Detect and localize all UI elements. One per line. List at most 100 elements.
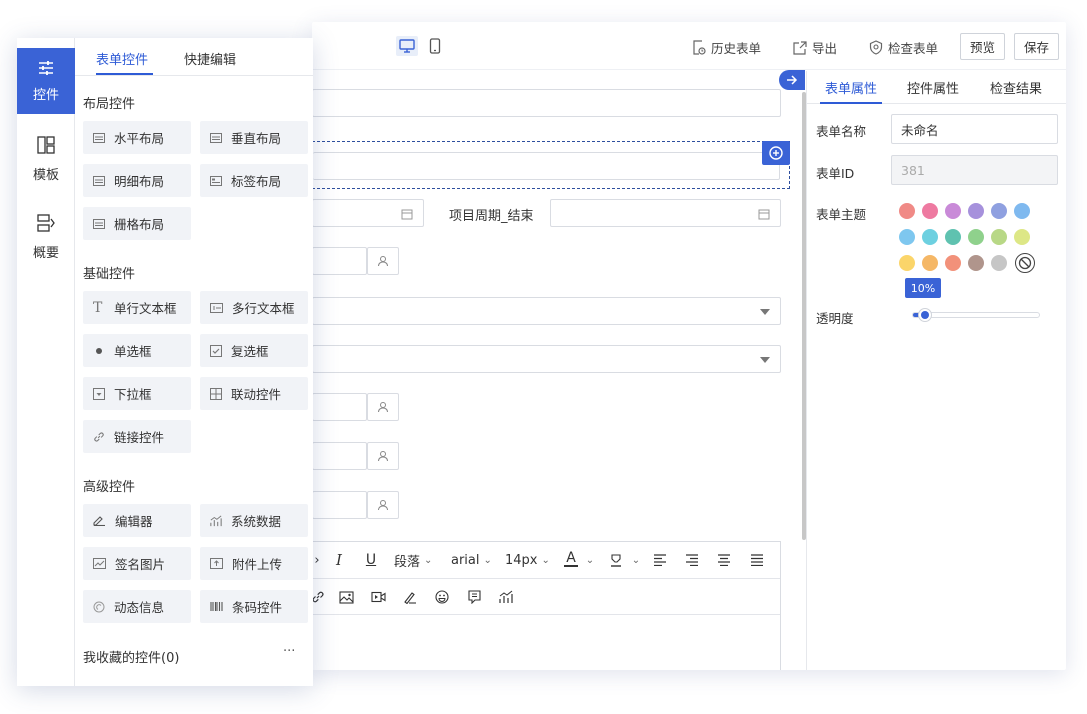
form-field-row-1[interactable] <box>312 89 781 117</box>
image-icon[interactable] <box>338 588 354 606</box>
collapse-panel-button[interactable] <box>779 70 805 90</box>
control-checkbox[interactable]: 复选框 <box>200 334 308 367</box>
control-grid-layout[interactable]: 栅格布局 <box>83 207 191 240</box>
control-horizontal-layout[interactable]: 水平布局 <box>83 121 191 154</box>
control-dropdown[interactable]: 下拉框 <box>83 377 191 410</box>
chevron-down-icon: ⌄ <box>483 554 492 566</box>
italic-icon[interactable]: I <box>332 551 346 569</box>
control-multi-line-text[interactable]: 多行文本框 <box>200 291 308 324</box>
font-size-dropdown[interactable]: 14px ⌄ <box>505 551 550 569</box>
control-vertical-layout[interactable]: 垂直布局 <box>200 121 308 154</box>
chevron-down-icon[interactable]: ⌄ <box>630 551 642 569</box>
history-form-link[interactable]: 历史表单 <box>692 38 761 57</box>
theme-color-swatch[interactable] <box>968 229 984 245</box>
theme-color-swatch[interactable] <box>968 255 984 271</box>
no-color-swatch[interactable] <box>1015 253 1035 273</box>
period-end-label: 项目周期_结束 <box>449 209 534 224</box>
user-field-2[interactable] <box>312 393 367 421</box>
side-nav-overview[interactable]: 概要 <box>17 214 75 266</box>
caret-down-icon <box>760 357 770 363</box>
user-picker-button-4[interactable] <box>367 491 399 519</box>
add-control-button[interactable] <box>762 141 790 165</box>
link-icon <box>94 431 104 442</box>
opacity-slider-thumb[interactable] <box>917 308 932 322</box>
theme-color-swatch[interactable] <box>945 229 961 245</box>
control-dynamic-info[interactable]: 动态信息 <box>83 590 191 623</box>
note-icon[interactable] <box>466 588 482 606</box>
theme-color-swatch[interactable] <box>899 255 915 271</box>
form-canvas: 项目周期_结束 › I U 段落 ⌄ arial ⌄ 14px ⌄ A ⌄ ⌄ <box>312 71 806 670</box>
save-button[interactable]: 保存 <box>1014 33 1059 60</box>
preview-button[interactable]: 预览 <box>960 33 1005 60</box>
section-favorite-controls[interactable]: 我收藏的控件(0) <box>83 647 179 666</box>
control-signature-image[interactable]: 签名图片 <box>83 547 191 580</box>
dropdown-field-2[interactable] <box>312 345 781 373</box>
form-name-input[interactable]: 未命名 <box>891 114 1058 144</box>
underline-icon[interactable]: U <box>364 551 378 569</box>
theme-color-swatch[interactable] <box>899 203 915 219</box>
paragraph-dropdown[interactable]: 段落 ⌄ <box>394 551 432 570</box>
user-field-3[interactable] <box>312 442 367 470</box>
user-picker-button-3[interactable] <box>367 442 399 470</box>
desktop-view-button[interactable] <box>396 36 418 56</box>
control-tab-layout[interactable]: 标签布局 <box>200 164 308 197</box>
period-end-field[interactable] <box>550 199 781 227</box>
control-detail-layout[interactable]: 明细布局 <box>83 164 191 197</box>
theme-color-swatch[interactable] <box>922 203 938 219</box>
control-radio[interactable]: 单选框 <box>83 334 191 367</box>
tab-control-properties[interactable]: 控件属性 <box>907 78 959 97</box>
tab-quick-edit[interactable]: 快捷编辑 <box>184 49 236 68</box>
signature-icon[interactable] <box>402 588 418 606</box>
video-icon[interactable] <box>370 588 386 606</box>
layout-inner-field[interactable] <box>313 152 780 180</box>
check-form-label: 检查表单 <box>888 41 939 56</box>
tab-form-properties[interactable]: 表单属性 <box>825 78 877 97</box>
dropdown-field-1[interactable] <box>312 297 781 325</box>
more-options-icon[interactable]: ··· <box>283 644 295 659</box>
theme-color-swatch[interactable] <box>945 203 961 219</box>
user-field-4[interactable] <box>312 491 367 519</box>
theme-color-swatch[interactable] <box>922 229 938 245</box>
control-linked[interactable]: 联动控件 <box>200 377 308 410</box>
side-nav-controls[interactable]: 控件 <box>17 48 75 114</box>
theme-color-swatch[interactable] <box>945 255 961 271</box>
control-link[interactable]: 链接控件 <box>83 420 191 453</box>
tab-form-controls[interactable]: 表单控件 <box>96 49 148 68</box>
align-right-icon[interactable] <box>684 551 700 569</box>
user-picker-button-2[interactable] <box>367 393 399 421</box>
user-field-1[interactable] <box>312 247 367 275</box>
system-data-icon[interactable] <box>498 588 514 606</box>
font-dropdown[interactable]: arial ⌄ <box>451 551 492 569</box>
user-picker-button-1[interactable] <box>367 247 399 275</box>
chevron-down-icon[interactable]: ⌄ <box>584 551 596 569</box>
align-justify-icon[interactable] <box>749 551 765 569</box>
theme-color-swatch[interactable] <box>1014 203 1030 219</box>
control-label: 单选框 <box>114 344 152 359</box>
emoji-icon[interactable] <box>434 588 450 606</box>
editor-overflow-icon[interactable]: › <box>312 552 322 568</box>
form-theme-label: 表单主题 <box>816 207 867 222</box>
theme-color-swatch[interactable] <box>991 203 1007 219</box>
theme-color-swatch[interactable] <box>922 255 938 271</box>
control-system-data[interactable]: 系统数据 <box>200 504 308 537</box>
theme-color-swatch[interactable] <box>991 229 1007 245</box>
selected-layout-box[interactable] <box>312 141 790 189</box>
theme-color-swatch[interactable] <box>991 255 1007 271</box>
align-left-icon[interactable] <box>652 551 668 569</box>
mobile-view-button[interactable] <box>424 36 446 56</box>
check-form-link[interactable]: 检查表单 <box>869 38 938 57</box>
font-color-icon[interactable]: A <box>562 549 580 569</box>
control-editor[interactable]: 编辑器 <box>83 504 191 537</box>
theme-color-swatch[interactable] <box>1014 229 1030 245</box>
period-start-field[interactable] <box>312 199 424 227</box>
theme-color-swatch[interactable] <box>899 229 915 245</box>
export-link[interactable]: 导出 <box>793 38 837 57</box>
control-barcode[interactable]: 条码控件 <box>200 590 308 623</box>
tab-check-results[interactable]: 检查结果 <box>990 78 1042 97</box>
highlight-icon[interactable] <box>608 551 624 569</box>
side-nav-templates[interactable]: 模板 <box>17 136 75 188</box>
theme-color-swatch[interactable] <box>968 203 984 219</box>
align-center-icon[interactable] <box>716 551 732 569</box>
control-attachment-upload[interactable]: 附件上传 <box>200 547 308 580</box>
control-single-line-text[interactable]: T 单行文本框 <box>83 291 191 324</box>
